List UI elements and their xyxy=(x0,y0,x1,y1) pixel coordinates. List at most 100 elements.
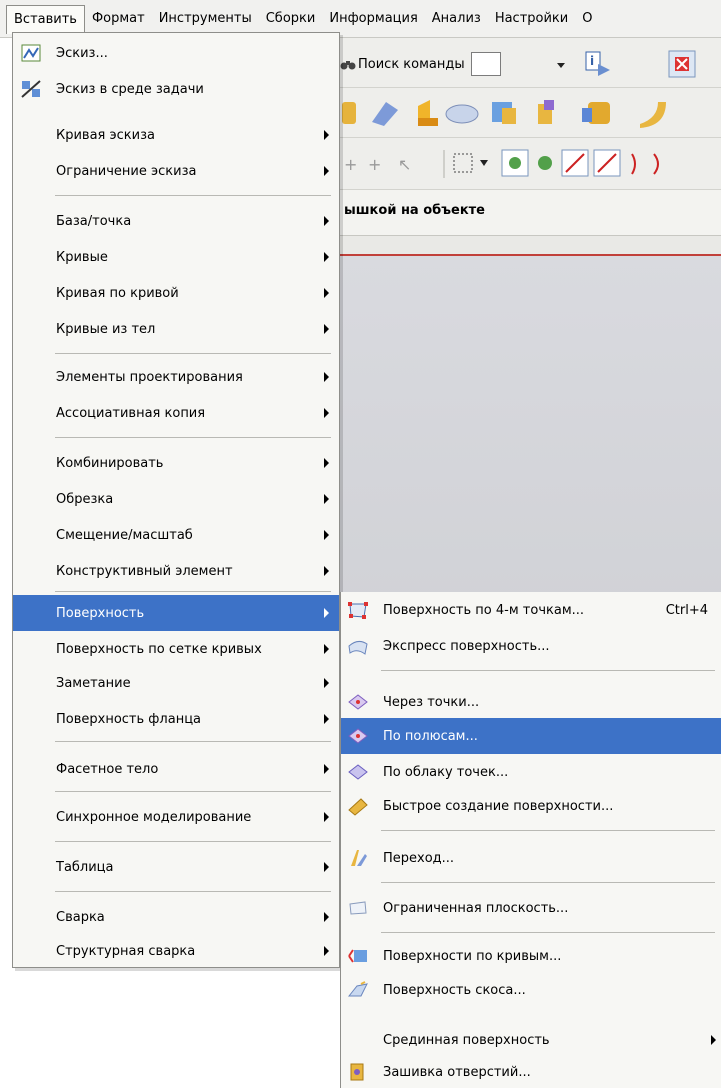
shortcut-label: Ctrl+4 xyxy=(665,602,708,618)
submenu-arrow-icon xyxy=(324,288,329,298)
ruled-surface-icon xyxy=(348,949,367,963)
snap-toolbar-icons[interactable]: + + ↖ xyxy=(340,138,721,190)
menu-item-combine[interactable]: Комбинировать xyxy=(13,445,339,481)
menu-item-curve-from-body[interactable]: Кривые из тел xyxy=(13,311,339,347)
from-poles-icon xyxy=(348,728,368,744)
submenu-arrow-icon xyxy=(324,130,329,140)
menu-item-table[interactable]: Таблица xyxy=(13,849,339,885)
submenu-arrow-icon xyxy=(324,324,329,334)
binoculars-icon xyxy=(340,61,356,70)
submenu-arrow-icon xyxy=(711,1035,716,1045)
menu-item-datum-point[interactable]: База/точка xyxy=(13,203,339,239)
menu-item-facet-body[interactable]: Фасетное тело xyxy=(13,751,339,787)
menu-separator xyxy=(55,591,331,592)
menu-item-design-features[interactable]: Элементы проектирования xyxy=(13,359,339,395)
sketch-icon xyxy=(21,44,41,62)
command-search[interactable]: Поиск команды xyxy=(340,52,501,76)
menu-item-sketch[interactable]: Эскиз... xyxy=(13,35,339,71)
svg-text:+: + xyxy=(368,155,381,174)
through-points-icon xyxy=(348,694,368,710)
menu-analysis[interactable]: Анализ xyxy=(425,5,488,33)
submenu-arrow-icon xyxy=(324,946,329,956)
menu-item-detail-feature[interactable]: Конструктивный элемент xyxy=(13,553,339,589)
close-view-icon[interactable] xyxy=(668,50,698,80)
submenu-arrow-icon xyxy=(324,678,329,688)
menu-item-sketch-curve[interactable]: Кривая эскиза xyxy=(13,117,339,153)
submenu-arrow-icon xyxy=(324,812,329,822)
menu-insert[interactable]: Вставить xyxy=(6,5,85,34)
submenu-item-ruled[interactable]: Поверхности по кривым... xyxy=(341,938,721,974)
menu-item-surface[interactable]: Поверхность xyxy=(13,595,339,631)
submenu-item-midsurface[interactable]: Срединная поверхность xyxy=(341,1022,721,1058)
dropdown-arrow-icon[interactable] xyxy=(556,60,566,70)
menu-separator xyxy=(381,882,715,883)
menu-item-weld[interactable]: Сварка xyxy=(13,899,339,935)
submenu-item-transition[interactable]: Переход... xyxy=(341,840,721,876)
menu-separator xyxy=(55,437,331,438)
submenu-item-from-poles[interactable]: По полюсам... xyxy=(341,718,721,754)
svg-text:+: + xyxy=(344,155,357,174)
express-surface-icon xyxy=(348,640,368,655)
submenu-arrow-icon xyxy=(324,566,329,576)
submenu-arrow-icon xyxy=(324,166,329,176)
menu-format[interactable]: Формат xyxy=(85,5,152,33)
menu-item-trim[interactable]: Обрезка xyxy=(13,481,339,517)
four-point-surface-icon xyxy=(348,602,368,619)
submenu-arrow-icon xyxy=(324,494,329,504)
submenu-arrow-icon xyxy=(324,764,329,774)
command-search-label: Поиск команды xyxy=(358,56,465,72)
point-cloud-icon xyxy=(348,764,368,780)
transition-icon xyxy=(351,850,367,866)
submenu-arrow-icon xyxy=(324,862,329,872)
menu-item-offset-scale[interactable]: Смещение/масштаб xyxy=(13,517,339,553)
menu-separator xyxy=(55,195,331,196)
menu-item-mesh-surface[interactable]: Поверхность по сетке кривых xyxy=(13,631,339,667)
view-header: ышкой на объекте xyxy=(340,190,721,236)
submenu-item-rapid-surfacing[interactable]: Быстрое создание поверхности... xyxy=(341,788,721,824)
fill-hole-icon xyxy=(350,1063,364,1081)
bounded-plane-icon xyxy=(349,901,367,915)
submenu-item-bounded-plane[interactable]: Ограниченная плоскость... xyxy=(341,890,721,926)
menu-tools[interactable]: Инструменты xyxy=(152,5,259,33)
menu-item-curves[interactable]: Кривые xyxy=(13,239,339,275)
menu-item-structural-weld[interactable]: Структурная сварка xyxy=(13,933,339,969)
view-header-title: ышкой на объекте xyxy=(344,203,486,218)
info-icon[interactable]: i xyxy=(584,50,618,80)
submenu-arrow-icon xyxy=(324,912,329,922)
svg-text:↖: ↖ xyxy=(398,155,411,174)
menu-item-sweep[interactable]: Заметание xyxy=(13,665,339,701)
submenu-item-express-surface[interactable]: Экспресс поверхность... xyxy=(341,628,721,664)
svg-text:i: i xyxy=(590,54,594,68)
feature-toolbar-icons[interactable] xyxy=(340,88,721,138)
menu-more[interactable]: О xyxy=(575,5,599,33)
submenu-item-fill-hole[interactable]: Зашивка отверстий... xyxy=(341,1054,721,1090)
submenu-arrow-icon xyxy=(324,408,329,418)
menu-separator xyxy=(55,791,331,792)
surface-submenu: Поверхность по 4-м точкам... Ctrl+4 Эксп… xyxy=(340,592,721,1088)
submenu-item-from-point-cloud[interactable]: По облаку точек... xyxy=(341,754,721,790)
menu-item-sketch-constraint[interactable]: Ограничение эскиза xyxy=(13,153,339,189)
submenu-item-four-point-surface[interactable]: Поверхность по 4-м точкам... Ctrl+4 xyxy=(341,592,721,628)
menu-item-flange-surface[interactable]: Поверхность фланца xyxy=(13,701,339,737)
menu-separator xyxy=(55,741,331,742)
rapid-surfacing-icon xyxy=(348,798,368,816)
menu-separator xyxy=(55,841,331,842)
menu-settings[interactable]: Настройки xyxy=(488,5,575,33)
submenu-arrow-icon xyxy=(324,644,329,654)
submenu-arrow-icon xyxy=(324,216,329,226)
submenu-arrow-icon xyxy=(324,458,329,468)
menu-assemblies[interactable]: Сборки xyxy=(259,5,323,33)
submenu-arrow-icon xyxy=(324,252,329,262)
submenu-arrow-icon xyxy=(324,608,329,618)
menu-item-curve-from-curve[interactable]: Кривая по кривой xyxy=(13,275,339,311)
menu-item-associative-copy[interactable]: Ассоциативная копия xyxy=(13,395,339,431)
menu-information[interactable]: Информация xyxy=(322,5,424,33)
submenu-item-chamfer-surface[interactable]: Поверхность скоса... xyxy=(341,972,721,1008)
menu-separator xyxy=(55,353,331,354)
menu-separator xyxy=(381,932,715,933)
command-search-field[interactable] xyxy=(470,52,501,76)
menu-separator xyxy=(55,891,331,892)
submenu-item-through-points[interactable]: Через точки... xyxy=(341,684,721,720)
menu-item-task-sketch[interactable]: Эскиз в среде задачи xyxy=(13,71,339,107)
menu-item-synchronous-modeling[interactable]: Синхронное моделирование xyxy=(13,799,339,835)
